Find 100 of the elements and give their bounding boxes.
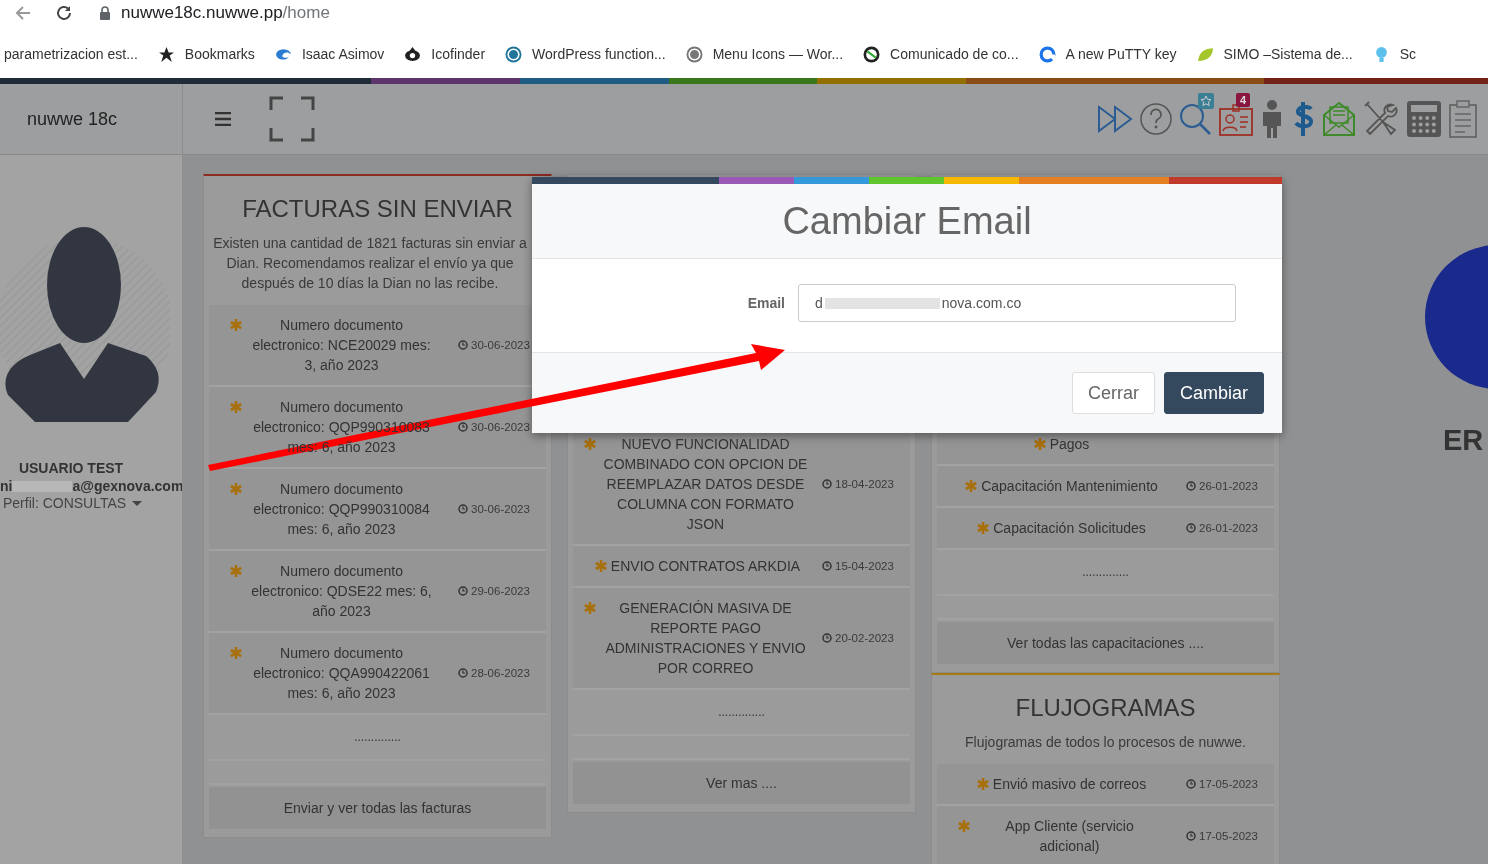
clock-icon bbox=[1186, 831, 1196, 841]
item-title[interactable]: Envió masivo de correos bbox=[992, 774, 1147, 794]
item-title[interactable]: Pagos bbox=[1049, 434, 1090, 454]
item-title[interactable]: Numero documento electronico: QQP990310084 mes: 6, año 2023 bbox=[245, 479, 438, 539]
clipboard-icon[interactable] bbox=[1449, 100, 1477, 138]
asterisk-icon bbox=[229, 401, 242, 413]
bookmark-item[interactable]: Sc bbox=[1372, 45, 1417, 63]
brand-heading: ER bbox=[1443, 424, 1485, 457]
app-brand: nuwwe 18c bbox=[27, 108, 118, 130]
asterisk-icon bbox=[965, 480, 978, 492]
clock-icon bbox=[1186, 481, 1196, 491]
ring-icon bbox=[1038, 45, 1056, 63]
reload-icon[interactable] bbox=[55, 4, 73, 22]
bookmark-item[interactable]: Isaac Asimov bbox=[274, 45, 385, 63]
item-date: 17-05-2023 bbox=[1199, 778, 1258, 790]
search-icon[interactable] bbox=[1179, 102, 1212, 136]
field-label: Email bbox=[746, 295, 785, 311]
bookmark-item[interactable]: Icofinder bbox=[404, 45, 486, 63]
tools-icon[interactable] bbox=[1363, 101, 1399, 137]
item-title[interactable]: NUEVO FUNCIONALIDAD COMBINADO CON OPCION DE REEMPLAZAR DATOS DESDE COLUMNA CON FORMATO JSON bbox=[599, 434, 812, 534]
item-title[interactable]: GENERACIÓN MASIVA DE REPORTE PAGO ADMINISTRACIONES Y ENVIO POR CORREO bbox=[599, 598, 812, 678]
panel-title: FACTURAS SIN ENVIAR bbox=[241, 195, 514, 223]
item-date: 20-02-2023 bbox=[835, 632, 894, 644]
panel-link-button[interactable]: Ver todas las capacitaciones .... bbox=[937, 622, 1274, 664]
clock-icon bbox=[1186, 523, 1196, 533]
bookmark-item[interactable]: Menu Icons — Wor... bbox=[685, 45, 844, 63]
item-title[interactable]: Numero documento electronico: QQA990422061 mes: 6, año 2023 bbox=[245, 643, 438, 703]
item-title[interactable]: Capacitación Solicitudes bbox=[993, 518, 1146, 538]
asterisk-icon bbox=[583, 438, 596, 450]
panel-link-button[interactable]: Ver mas .... bbox=[573, 762, 910, 804]
logo-icon bbox=[1425, 245, 1488, 390]
caret-icon[interactable] bbox=[132, 500, 143, 506]
item-date: 30-06-2023 bbox=[471, 503, 530, 515]
clock-icon bbox=[822, 561, 832, 571]
clock-icon bbox=[458, 586, 468, 596]
item-date: 28-06-2023 bbox=[471, 667, 530, 679]
asterisk-icon bbox=[976, 778, 989, 790]
panel-link-button[interactable]: Enviar y ver todas las facturas bbox=[209, 787, 546, 829]
ellipsis-text: .............. bbox=[354, 730, 401, 744]
clock-icon bbox=[458, 668, 468, 678]
item-date: 29-06-2023 bbox=[471, 585, 530, 597]
person-icon[interactable] bbox=[1260, 100, 1284, 138]
bookmark-item[interactable]: Comunicado de co... bbox=[863, 45, 1019, 63]
item-date: 26-01-2023 bbox=[1199, 480, 1258, 492]
item-title[interactable]: ENVIO CONTRATOS ARKDIA bbox=[610, 556, 801, 576]
modal-title: Cambiar Email bbox=[782, 199, 1032, 243]
item-date: 17-05-2023 bbox=[1199, 830, 1258, 842]
user-name: USUARIO TEST bbox=[17, 460, 125, 476]
ellipsis-text: .............. bbox=[1082, 565, 1129, 579]
fullscreen-icon[interactable] bbox=[269, 96, 315, 142]
bookmark-item[interactable]: Bookmarks bbox=[157, 45, 255, 63]
submit-button[interactable]: Cambiar bbox=[1163, 372, 1264, 414]
bookmark-item[interactable]: A new PuTTY key bbox=[1038, 45, 1177, 63]
panel-title: FLUJOGRAMAS bbox=[1014, 694, 1197, 722]
star-icon bbox=[157, 45, 175, 63]
clock-icon bbox=[822, 633, 832, 643]
item-title[interactable]: App Cliente (servicio adicional) bbox=[973, 816, 1166, 856]
asterisk-icon bbox=[977, 522, 990, 534]
item-date: 15-04-2023 bbox=[835, 560, 894, 572]
close-button[interactable]: Cerrar bbox=[1071, 372, 1155, 414]
star-icon bbox=[1198, 92, 1214, 109]
leaf-icon bbox=[1196, 45, 1214, 63]
clock-icon bbox=[822, 479, 832, 489]
clock-icon bbox=[458, 504, 468, 514]
bookmark-item[interactable]: parametrizacion est... bbox=[4, 46, 138, 62]
item-date: 26-01-2023 bbox=[1199, 522, 1258, 534]
bookmark-item[interactable]: WordPress function... bbox=[505, 45, 666, 63]
asterisk-icon bbox=[229, 647, 242, 659]
back-icon[interactable] bbox=[14, 4, 32, 22]
help-icon[interactable] bbox=[1140, 103, 1172, 135]
asterisk-icon bbox=[229, 483, 242, 495]
menu-icon[interactable] bbox=[215, 112, 231, 126]
asterisk-icon bbox=[229, 565, 242, 577]
item-date: 30-06-2023 bbox=[471, 339, 530, 351]
asterisk-icon bbox=[594, 560, 607, 572]
round-logo-icon bbox=[863, 45, 881, 63]
clock-icon bbox=[1186, 779, 1196, 789]
panel-description: Flujogramas de todos lo procesos de nuwwe. bbox=[964, 733, 1247, 752]
item-title[interactable]: Capacitación Mantenimiento bbox=[981, 476, 1158, 496]
email-field[interactable]: d nova.com.co bbox=[798, 284, 1236, 322]
envelope-icon[interactable] bbox=[1322, 101, 1356, 137]
panel-description: Existen una cantidad de 1821 facturas sin enviar a Dian. Recomendamos realizar el envío ya que después de 10 días la Dian no las recibe. bbox=[212, 234, 528, 293]
asterisk-icon bbox=[229, 319, 242, 331]
eye-icon bbox=[404, 45, 422, 63]
ellipsis-text: .............. bbox=[718, 705, 765, 719]
fast-forward-icon[interactable] bbox=[1097, 103, 1133, 135]
round-logo-icon bbox=[685, 45, 703, 63]
profile-menu[interactable]: Perfil: CONSULTAS bbox=[3, 495, 127, 511]
clock-icon bbox=[458, 422, 468, 432]
item-title[interactable]: Numero documento electronico: QDSE22 mes: 6, año 2023 bbox=[245, 561, 438, 621]
id-card-icon[interactable] bbox=[1219, 102, 1253, 136]
item-title[interactable]: Numero documento electronico: NCE20029 mes: 3, año 2023 bbox=[245, 315, 438, 375]
asterisk-icon bbox=[957, 820, 970, 832]
notification-badge: 4 bbox=[1235, 93, 1250, 107]
item-date: 30-06-2023 bbox=[471, 421, 530, 433]
lock-icon bbox=[99, 6, 111, 20]
bookmark-item[interactable]: SIMO –Sistema de... bbox=[1196, 45, 1353, 63]
round-logo-icon bbox=[505, 45, 523, 63]
item-date: 18-04-2023 bbox=[835, 478, 894, 490]
calculator-icon[interactable] bbox=[1406, 100, 1442, 138]
